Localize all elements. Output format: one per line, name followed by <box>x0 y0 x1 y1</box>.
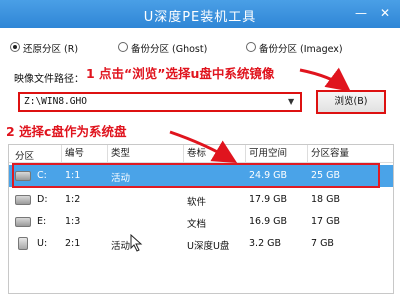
arrow-to-c-drive-icon <box>169 130 238 164</box>
annotation-arrows <box>169 67 351 164</box>
cursor-icon <box>130 234 143 252</box>
arrow-to-browse-icon <box>299 67 351 92</box>
